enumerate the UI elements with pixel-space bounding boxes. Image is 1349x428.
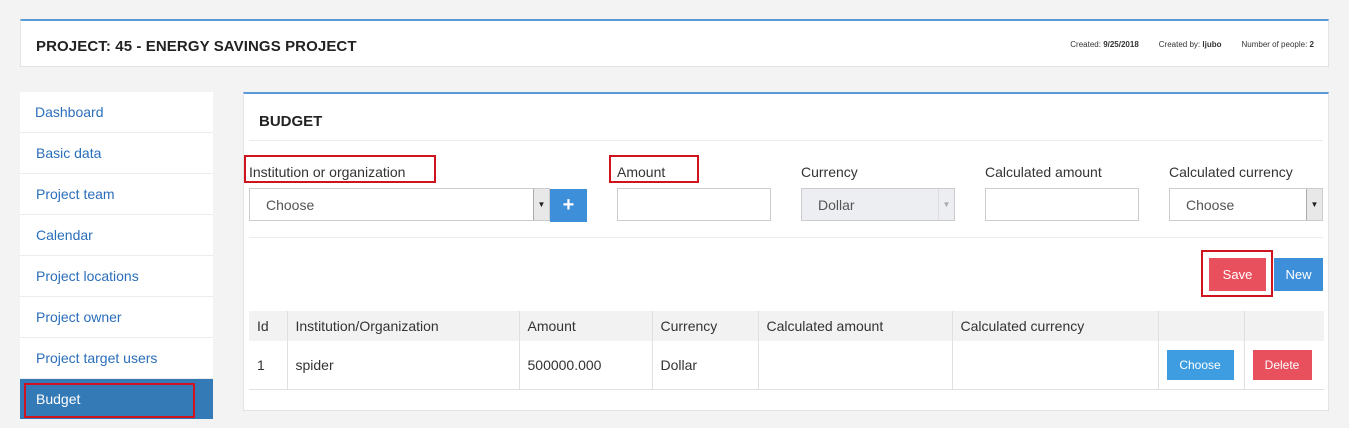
budget-panel: BUDGET Institution or organization Choos… (243, 92, 1329, 411)
cell-choose: Choose (1158, 341, 1245, 390)
chevron-down-icon[interactable]: ▼ (533, 189, 549, 220)
panel-title: BUDGET (259, 113, 323, 130)
project-title: PROJECT: 45 - ENERGY SAVINGS PROJECT (36, 38, 357, 55)
plus-icon: + (562, 194, 575, 216)
cell-id: 1 (249, 341, 288, 390)
calc-currency-select-value: Choose (1186, 196, 1235, 213)
column-header-institution: Institution/Organization (287, 311, 520, 341)
table-row: 1 spider 500000.000 Dollar Choose Delete (249, 341, 1324, 390)
chevron-down-icon[interactable]: ▼ (1306, 189, 1322, 220)
created-by-label: Created by: (1158, 40, 1201, 49)
column-header-delete (1244, 311, 1324, 341)
currency-select-value: Dollar (818, 196, 855, 213)
table-header-row: Id Institution/Organization Amount Curre… (249, 311, 1324, 341)
column-header-choose (1158, 311, 1245, 341)
created-value: 9/25/2018 (1103, 40, 1139, 49)
currency-label: Currency (801, 164, 858, 180)
people-value: 2 (1309, 40, 1314, 49)
sidebar-item-project-owner[interactable]: Project owner (20, 297, 213, 338)
created-info: Created: 9/25/2018 (1070, 40, 1139, 49)
sidebar-nav: Dashboard Basic data Project team Calend… (20, 92, 213, 419)
cell-institution: spider (287, 341, 520, 390)
sidebar-item-dashboard[interactable]: Dashboard (20, 92, 213, 133)
amount-input[interactable] (617, 188, 771, 221)
cell-amount: 500000.000 (519, 341, 653, 390)
sidebar-item-project-locations[interactable]: Project locations (20, 256, 213, 297)
divider (249, 237, 1323, 238)
created-label: Created: (1070, 40, 1101, 49)
add-institution-button[interactable]: + (550, 189, 587, 222)
cell-delete: Delete (1244, 341, 1324, 390)
column-header-currency: Currency (652, 311, 759, 341)
calc-currency-select[interactable]: Choose ▼ (1169, 188, 1323, 221)
cell-calc-currency (952, 341, 1159, 390)
sidebar-item-project-team[interactable]: Project team (20, 174, 213, 215)
created-by-info: Created by: ljubo (1159, 40, 1222, 49)
column-header-calc-amount: Calculated amount (758, 311, 953, 341)
project-meta: Created: 9/25/2018 Created by: ljubo Num… (1070, 40, 1314, 49)
sidebar-item-basic-data[interactable]: Basic data (20, 133, 213, 174)
cell-currency: Dollar (652, 341, 759, 390)
choose-row-button[interactable]: Choose (1166, 349, 1234, 380)
sidebar-item-project-target-users[interactable]: Project target users (20, 338, 213, 379)
highlight-box-amount (609, 155, 699, 183)
column-header-amount: Amount (519, 311, 653, 341)
currency-select[interactable]: Dollar ▼ (801, 188, 955, 221)
institution-select[interactable]: Choose ▼ (249, 188, 550, 221)
highlight-box-save (1201, 250, 1273, 297)
chevron-down-icon[interactable]: ▼ (938, 189, 954, 220)
highlight-box-budget (24, 383, 195, 418)
new-button[interactable]: New (1274, 258, 1323, 291)
sidebar-item-calendar[interactable]: Calendar (20, 215, 213, 256)
project-header: PROJECT: 45 - ENERGY SAVINGS PROJECT Cre… (20, 19, 1329, 67)
created-by-value: ljubo (1202, 40, 1222, 49)
people-label: Number of people: (1241, 40, 1308, 49)
calc-amount-input[interactable] (985, 188, 1139, 221)
calc-currency-label: Calculated currency (1169, 164, 1293, 180)
institution-select-value: Choose (266, 196, 315, 213)
divider (249, 140, 1323, 141)
column-header-id: Id (249, 311, 288, 341)
column-header-calc-currency: Calculated currency (952, 311, 1159, 341)
highlight-box-institution (244, 155, 436, 183)
budget-table: Id Institution/Organization Amount Curre… (249, 311, 1324, 390)
calc-amount-label: Calculated amount (985, 164, 1102, 180)
people-info: Number of people: 2 (1241, 40, 1314, 49)
delete-row-button[interactable]: Delete (1252, 349, 1312, 380)
cell-calc-amount (758, 341, 953, 390)
